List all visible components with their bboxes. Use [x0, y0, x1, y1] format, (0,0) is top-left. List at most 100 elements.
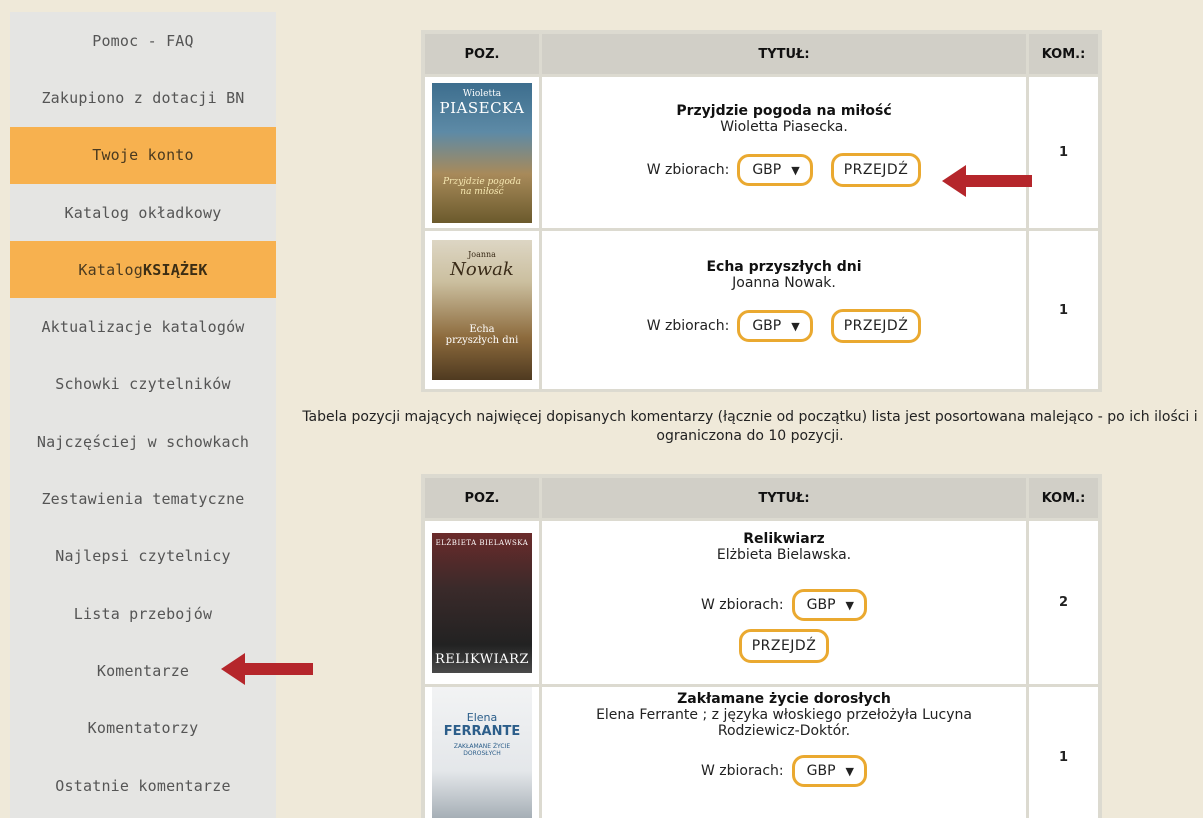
sidebar-item-most-stashed[interactable]: Najczęściej w schowkach [0, 413, 276, 470]
sidebar-item-label: Zakupiono z dotacji BN [41, 88, 245, 107]
chevron-down-icon: ▼ [791, 163, 800, 177]
library-select-value: GBP [752, 162, 782, 178]
cover-author: Joanna [468, 250, 496, 259]
cover-title: Przyjdzie pogoda na miłość [442, 176, 522, 197]
table-row: Elena FERRANTE ZAKŁAMANE ŻYCIE DOROSŁYCH… [425, 687, 1098, 818]
table-row: Joanna Nowak Echa przyszłych dni Echa pr… [425, 231, 1098, 389]
table-row: Wioletta PIASECKA Przyjdzie pogoda na mi… [425, 77, 1098, 228]
column-header-title: TYTUŁ: [542, 478, 1026, 518]
cover-author: ELŻBIETA BIELAWSKA [435, 538, 529, 547]
cover-author: Elena [466, 711, 498, 724]
book-cover[interactable]: Joanna Nowak Echa przyszłych dni [432, 240, 532, 380]
cover-author-surname: Nowak [450, 259, 514, 280]
sidebar-item-label: Schowki czytelników [55, 375, 231, 394]
book-controls: W zbiorach: GBP ▼ [542, 589, 1026, 621]
in-collection-label: W zbiorach: [646, 318, 730, 334]
arrow-icon [221, 653, 313, 685]
library-select[interactable]: GBP ▼ [737, 310, 813, 342]
column-header-comments: KOM.: [1029, 34, 1098, 74]
sidebar-item-purchased[interactable]: Zakupiono z dotacji BN [0, 69, 276, 126]
sidebar-item-label: Najlepsi czytelnicy [55, 547, 231, 566]
table-row: ELŻBIETA BIELAWSKA RELIKWIARZ Relikwiarz… [425, 521, 1098, 684]
book-cover-cell: Joanna Nowak Echa przyszłych dni [425, 231, 539, 389]
sidebar-item-label: Katalog okładkowy [64, 203, 222, 222]
sidebar-item-book-catalog[interactable]: Katalog KSIĄŻEK [10, 241, 276, 299]
sidebar-item-cover-catalog[interactable]: Katalog okładkowy [0, 184, 276, 241]
sidebar-item-commenters[interactable]: Komentatorzy [0, 700, 276, 757]
book-title[interactable]: Echa przyszłych dni [542, 259, 1026, 275]
comment-count: 1 [1029, 687, 1098, 818]
comment-count: 1 [1029, 77, 1098, 228]
cover-author: Wioletta [462, 88, 502, 99]
sidebar-item-label-bold: KSIĄŻEK [143, 260, 208, 279]
sidebar-item-hit-list[interactable]: Lista przebojów [0, 585, 276, 642]
comment-count: 2 [1029, 521, 1098, 684]
library-select[interactable]: GBP ▼ [737, 154, 813, 186]
book-cover[interactable]: Elena FERRANTE ZAKŁAMANE ŻYCIE DOROSŁYCH [432, 687, 532, 818]
in-collection-label: W zbiorach: [701, 763, 784, 779]
book-cover[interactable]: Wioletta PIASECKA Przyjdzie pogoda na mi… [432, 82, 532, 223]
book-info-cell: Przyjdzie pogoda na miłość Wioletta Pias… [542, 77, 1026, 228]
cover-author-surname: FERRANTE [443, 724, 521, 739]
book-title[interactable]: Relikwiarz [542, 531, 1026, 547]
sidebar-item-thematic-lists[interactable]: Zestawienia tematyczne [0, 470, 276, 527]
book-info-cell: Relikwiarz Elżbieta Bielawska. W zbiorac… [542, 521, 1026, 684]
sidebar-item-label: Najczęściej w schowkach [36, 432, 250, 451]
table-header: POZ. TYTUŁ: KOM.: [425, 478, 1098, 518]
cover-title: Echa przyszłych dni [445, 324, 519, 346]
book-controls: PRZEJDŹ [542, 629, 1026, 663]
go-button[interactable]: PRZEJDŹ [830, 309, 922, 343]
book-title[interactable]: Przyjdzie pogoda na miłość [542, 103, 1026, 119]
chevron-down-icon: ▼ [845, 598, 854, 612]
library-select-value: GBP [806, 763, 836, 779]
sidebar-item-label: Aktualizacje katalogów [41, 318, 245, 337]
go-button[interactable]: PRZEJDŹ [830, 153, 922, 187]
library-select-value: GBP [752, 318, 782, 334]
sidebar-item-label: Twoje konto [92, 146, 194, 165]
cover-title: ZAKŁAMANE ŻYCIE DOROSŁYCH [453, 743, 511, 757]
arrow-icon [942, 165, 1032, 197]
sidebar-menu: Pomoc - FAQ Zakupiono z dotacji BN Twoje… [0, 12, 276, 814]
chevron-down-icon: ▼ [791, 319, 800, 333]
book-author: Elena Ferrante ; z języka włoskiego prze… [596, 707, 972, 739]
chevron-down-icon: ▼ [845, 764, 854, 778]
table-header: POZ. TYTUŁ: KOM.: [425, 34, 1098, 74]
sidebar-item-best-readers[interactable]: Najlepsi czytelnicy [0, 528, 276, 585]
book-controls: W zbiorach: GBP ▼ PRZEJDŹ [542, 309, 1026, 343]
sidebar-item-faq[interactable]: Pomoc - FAQ [0, 12, 276, 69]
sidebar-item-label: Zestawienia tematyczne [41, 490, 245, 509]
sidebar-item-label: Komentatorzy [87, 719, 199, 738]
library-select[interactable]: GBP ▼ [791, 755, 867, 787]
in-collection-label: W zbiorach: [646, 162, 730, 178]
book-author: Elżbieta Bielawska. [716, 547, 852, 563]
top-table: POZ. TYTUŁ: KOM.: Wioletta PIASECKA Przy… [421, 30, 1102, 392]
book-info-cell: Zakłamane życie dorosłych Elena Ferrante… [542, 687, 1026, 818]
library-select-value: GBP [806, 597, 836, 613]
book-cover[interactable]: ELŻBIETA BIELAWSKA RELIKWIARZ [432, 532, 532, 673]
sidebar-item-reader-stash[interactable]: Schowki czytelników [0, 356, 276, 413]
column-header-position: POZ. [425, 478, 539, 518]
cover-author-surname: PIASECKA [439, 98, 525, 117]
go-button[interactable]: PRZEJDŹ [738, 629, 830, 663]
book-cover-cell: Elena FERRANTE ZAKŁAMANE ŻYCIE DOROSŁYCH [425, 687, 539, 818]
book-title[interactable]: Zakłamane życie dorosłych [542, 691, 1026, 707]
library-select[interactable]: GBP ▼ [791, 589, 867, 621]
sidebar-item-catalog-updates[interactable]: Aktualizacje katalogów [0, 298, 276, 355]
sidebar-item-recent-comments[interactable]: Ostatnie komentarze [0, 757, 276, 814]
book-author: Wioletta Piasecka. [720, 119, 848, 135]
comment-count: 1 [1029, 231, 1098, 389]
sidebar-item-label: Katalog [78, 260, 143, 279]
in-collection-label: W zbiorach: [701, 597, 784, 613]
column-header-comments: KOM.: [1029, 478, 1098, 518]
book-info-cell: Echa przyszłych dni Joanna Nowak. W zbio… [542, 231, 1026, 389]
most-commented-table: POZ. TYTUŁ: KOM.: ELŻBIETA BIELAWSKA REL… [421, 474, 1102, 818]
book-author: Joanna Nowak. [732, 275, 836, 291]
book-controls: W zbiorach: GBP ▼ [542, 755, 1026, 787]
sidebar-item-label: Ostatnie komentarze [55, 776, 231, 795]
sidebar-item-account[interactable]: Twoje konto [10, 126, 276, 184]
sidebar-item-label: Pomoc - FAQ [92, 31, 194, 50]
table-description: Tabela pozycji mających najwięcej dopisa… [302, 409, 1198, 444]
sidebar-item-label: Komentarze [96, 661, 190, 680]
book-cover-cell: Wioletta PIASECKA Przyjdzie pogoda na mi… [425, 77, 539, 228]
sidebar-item-label: Lista przebojów [73, 604, 213, 623]
